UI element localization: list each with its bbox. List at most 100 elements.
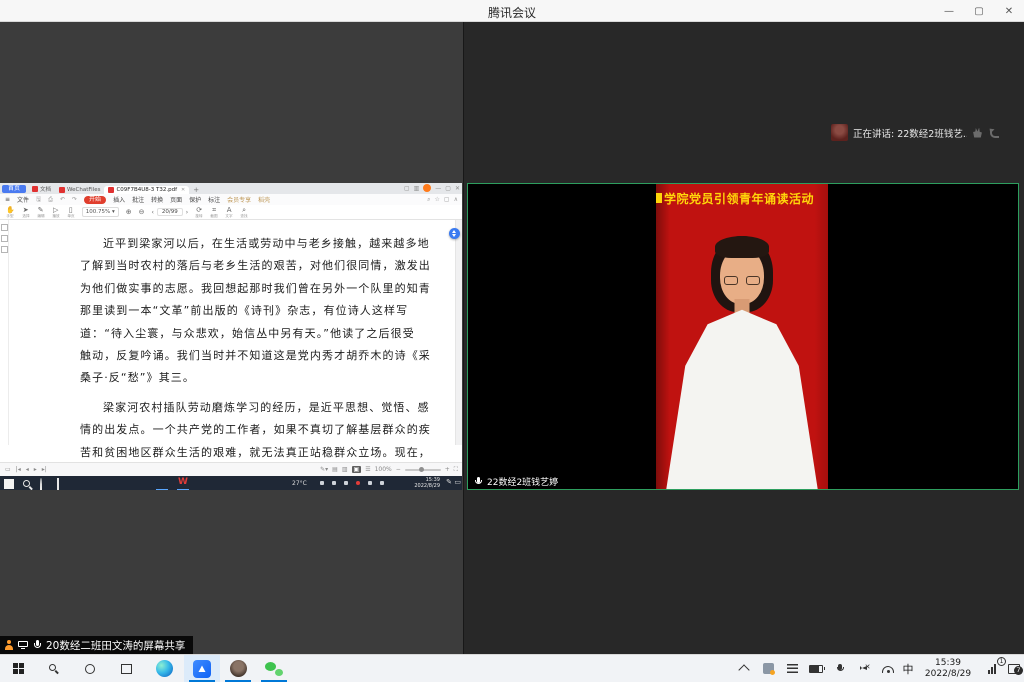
wps-restore-icon[interactable]: ▢ [445, 185, 451, 192]
print-icon[interactable]: ⎙ [48, 196, 53, 204]
save-icon[interactable]: 🖫 [36, 195, 41, 205]
read-mode-icon[interactable]: ▤ [332, 466, 338, 473]
prev-page-button[interactable]: ‹ [151, 209, 153, 216]
active-view-icon[interactable]: ▣ [352, 466, 362, 473]
ss-clock[interactable]: 15:39 2022/8/29 [414, 477, 440, 489]
ss-tray-icon[interactable] [320, 481, 324, 485]
raise-hand-icon[interactable] [972, 128, 983, 138]
status-zoom-in[interactable]: + [445, 466, 450, 473]
search-button[interactable] [36, 655, 72, 682]
menu-convert[interactable]: 转换 [151, 195, 163, 204]
text-button[interactable]: A文字 [225, 207, 233, 218]
wps-tab-active-pdf[interactable]: C09F7B4U8-3 T32.pdf✕ [104, 186, 189, 194]
settings-tray-icon[interactable] [780, 655, 804, 682]
battery-tray-icon[interactable] [804, 655, 828, 682]
page-fit-icon[interactable]: ▭ [5, 466, 11, 473]
document-scrollbar[interactable] [455, 220, 462, 445]
ss-weather[interactable]: 27°C [292, 480, 307, 487]
find-button[interactable]: ⌕查找 [240, 207, 248, 218]
ss-tray-icon[interactable] [344, 481, 348, 485]
search-menu-icon[interactable]: ⌕ [427, 196, 430, 204]
continuous-icon[interactable]: ☰ [365, 466, 370, 473]
hand-tool-button[interactable]: ✋手型 [6, 207, 15, 218]
ss-notification-icon[interactable]: ▭ [454, 478, 461, 486]
share-menu-icon[interactable]: ☆ [435, 196, 440, 204]
ss-pen-icon[interactable]: ✎ [446, 478, 452, 486]
single-page-button[interactable]: ▯单页 [67, 207, 75, 218]
first-page-icon[interactable]: |◂ [16, 466, 21, 473]
close-button[interactable]: ✕ [994, 0, 1024, 22]
page-indicator[interactable]: 20/99 [157, 208, 183, 216]
new-tab-button[interactable]: + [189, 186, 203, 194]
wps-tab-doc[interactable]: 文档 [28, 184, 55, 194]
tab-close-icon[interactable]: ✕ [181, 187, 185, 193]
task-view-button[interactable] [108, 655, 144, 682]
ss-tray-icon[interactable] [356, 481, 360, 485]
participant-video-tile[interactable]: 学院党员引领青年诵读活动 [467, 183, 1019, 490]
clock[interactable]: 15:39 2022/8/29 [918, 655, 978, 682]
pen-status-icon[interactable]: ✎▾ [320, 466, 328, 473]
double-page-icon[interactable]: ▥ [342, 466, 348, 473]
avatar-app-button[interactable] [220, 655, 256, 682]
zoom-slider[interactable] [405, 469, 441, 471]
menu-protect[interactable]: 保护 [189, 195, 201, 204]
screenshot-button[interactable]: ⌗截图 [210, 207, 218, 218]
edge-app-button[interactable] [146, 655, 182, 682]
zoom-level-dropdown[interactable]: 100.75% ▾ [82, 207, 119, 217]
menu-icon[interactable]: ≡ [5, 196, 10, 203]
comment-panel-icon[interactable] [1, 246, 8, 253]
wps-close-icon[interactable]: ✕ [455, 185, 460, 192]
wps-tab-wechatfiles[interactable]: WeChatFiles [55, 186, 104, 194]
redo-icon[interactable]: ↷ [72, 196, 77, 203]
select-tool-button[interactable]: ➤选择 [22, 207, 30, 218]
file-menu[interactable]: 文件 [17, 195, 29, 204]
ss-cortana-icon[interactable] [40, 479, 42, 491]
ss-wps-icon[interactable]: W [178, 477, 188, 487]
ime-indicator[interactable]: 中 [898, 655, 918, 682]
wps-minimize-icon[interactable]: — [435, 185, 441, 192]
input-signal-tray-icon[interactable]: 1 [980, 655, 1004, 682]
ss-tray-icon[interactable] [332, 481, 336, 485]
menu-annotate[interactable]: 标注 [208, 195, 220, 204]
tencent-meeting-app-button[interactable] [184, 655, 220, 682]
split-icon[interactable]: ▥ [414, 185, 420, 192]
start-button[interactable] [0, 655, 36, 682]
zoom-out-icon[interactable]: ⊖ [139, 208, 145, 216]
rotate-button[interactable]: ⟳旋转 [195, 207, 203, 218]
tray-expand-button[interactable] [732, 655, 756, 682]
cortana-button[interactable] [72, 655, 108, 682]
pdf-page[interactable]: 近平到梁家河以后，在生活或劳动中与老乡接触，越来越多地了解到当时农村的落后与老乡… [9, 220, 455, 462]
layout-icon[interactable]: ▢ [404, 185, 410, 192]
scroll-jump-button[interactable] [449, 228, 460, 239]
microphone-tray-icon[interactable] [828, 655, 852, 682]
last-page-icon[interactable]: ▸| [42, 466, 47, 473]
shared-screen[interactable]: 首页 文档 WeChatFiles C09F7B4U8-3 T32.pdf✕ +… [0, 183, 462, 490]
prev-page-icon[interactable]: ◂ [26, 466, 29, 473]
play-tool-button[interactable]: ▷播放 [52, 207, 60, 218]
menu-insert[interactable]: 插入 [113, 195, 125, 204]
security-tray-icon[interactable] [756, 655, 780, 682]
next-page-button[interactable]: › [186, 209, 188, 216]
ss-taskview-icon[interactable] [57, 479, 59, 491]
menu-vip[interactable]: 会员专享 [227, 195, 251, 204]
menu-docer[interactable]: 稻壳 [258, 195, 270, 204]
status-zoom-out[interactable]: − [396, 466, 401, 473]
window-menu-icon[interactable]: ▢ [444, 196, 450, 204]
menu-page[interactable]: 页面 [170, 195, 182, 204]
wechat-app-button[interactable] [256, 655, 292, 682]
edit-tool-button[interactable]: ✎编辑 [37, 207, 45, 218]
collapse-ribbon-icon[interactable]: ∧ [454, 196, 458, 204]
wifi-tray-icon[interactable] [876, 655, 900, 682]
minimize-button[interactable]: — [934, 0, 964, 22]
ss-tray-icon[interactable] [380, 481, 384, 485]
thumbnail-icon[interactable] [1, 235, 8, 242]
fullscreen-icon[interactable]: ⛶ [454, 466, 458, 474]
wps-account-avatar[interactable] [423, 184, 431, 192]
undo-icon[interactable]: ↶ [60, 196, 65, 203]
menu-comment[interactable]: 批注 [132, 195, 144, 204]
menu-home[interactable]: 开始 [84, 196, 106, 204]
volume-muted-tray-icon[interactable] [852, 655, 876, 682]
reply-icon[interactable] [988, 128, 999, 138]
notification-center-button[interactable]: 7 [1004, 655, 1024, 682]
next-page-icon[interactable]: ▸ [34, 466, 37, 473]
